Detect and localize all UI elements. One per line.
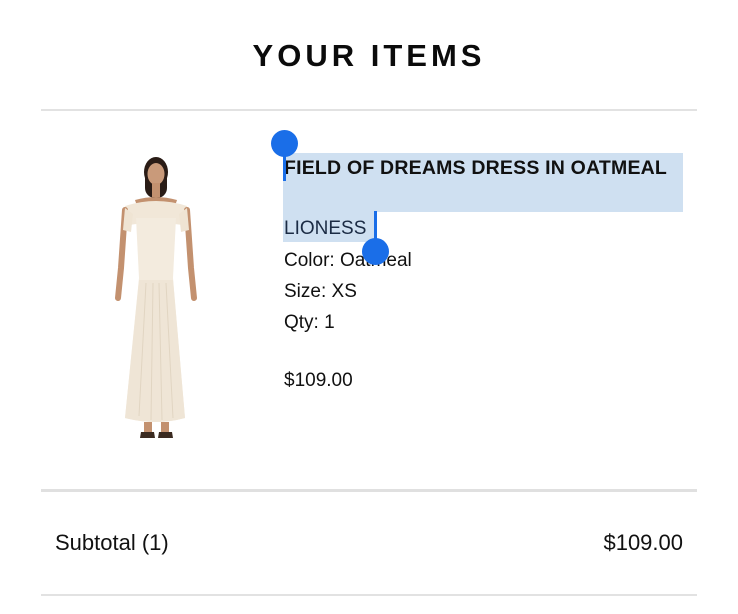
product-brand[interactable]: LIONESS [284,214,366,244]
selection-end-handle[interactable] [362,238,389,265]
product-size: Size: XS [284,281,357,302]
product-color: Color: Oatmeal [284,250,412,271]
selection-start-handle[interactable] [271,130,298,157]
product-price: $109.00 [284,370,353,391]
dress-product-image[interactable] [101,148,211,444]
product-quantity: Qty: 1 [284,312,335,333]
subtotal-label: Subtotal (1) [55,530,169,555]
divider-middle [41,489,697,492]
divider-bottom [41,594,697,596]
page-title: YOUR ITEMS [252,38,486,73]
divider-top [41,109,697,111]
subtotal-value: $109.00 [603,530,683,555]
selection-start-handle-bar[interactable] [283,155,286,181]
product-name[interactable]: FIELD OF DREAMS DRESS IN OATMEAL [284,153,682,183]
